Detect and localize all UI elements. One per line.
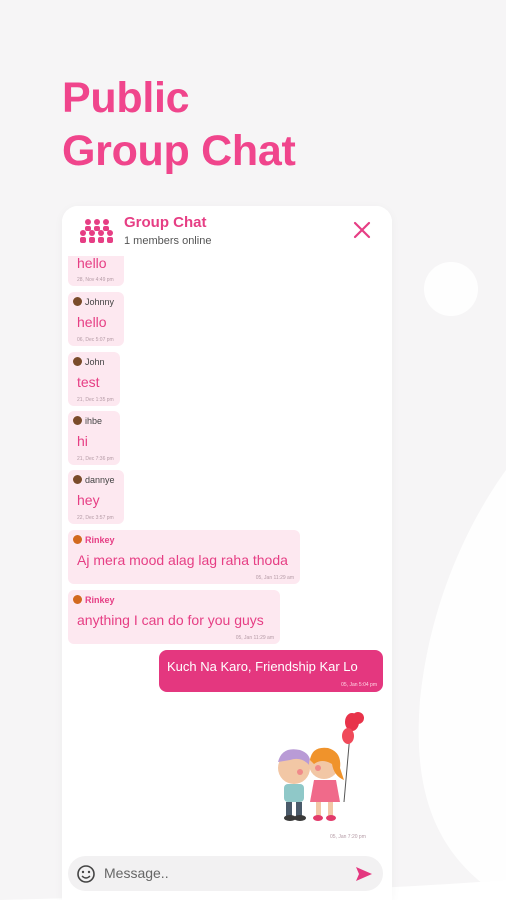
message-sender: Rinkey	[73, 535, 115, 545]
message-text: hello	[77, 255, 107, 271]
message-bubble: Rinkey anything I can do for you guys 05…	[68, 590, 280, 644]
message-text: Aj mera mood alag lag raha thoda	[77, 552, 288, 568]
message-bubble: ihbe hi 21, Dec 7:36 pm	[68, 411, 120, 465]
message-input[interactable]	[104, 863, 334, 883]
message-time: 28, Nov 4:49 pm	[77, 277, 114, 283]
message-time: 05, Jan 11:29 am	[235, 635, 274, 641]
message-sender: dannye	[73, 475, 115, 485]
hero-title: Public Group Chat	[62, 72, 296, 178]
message-text: test	[77, 374, 100, 390]
message-time: 06, Dec 5:07 pm	[77, 337, 114, 343]
message-bubble: dannye hey 22, Dec 3:57 pm	[68, 470, 124, 524]
avatar	[73, 297, 82, 306]
message-sender: Rinkey	[73, 595, 115, 605]
close-icon[interactable]	[352, 220, 372, 240]
hero-line-2: Group Chat	[62, 127, 296, 175]
avatar	[73, 595, 82, 604]
message-text: hey	[77, 492, 100, 508]
avatar	[73, 357, 82, 366]
message-sender: Johnny	[73, 297, 114, 307]
message-list[interactable]: hello 28, Nov 4:49 pm Johnny hello 06, D…	[62, 206, 392, 900]
chat-header: Group Chat 1 members online	[62, 206, 392, 256]
avatar	[73, 416, 82, 425]
sticker-time: 05, Jan 7:20 pm	[330, 834, 366, 840]
group-icon	[80, 219, 113, 243]
online-count: 1 members online	[124, 235, 212, 247]
message-sender: John	[73, 357, 105, 367]
message-bubble: Johnny hello 06, Dec 5:07 pm	[68, 292, 124, 346]
message-time: 05, Jan 11:29 am	[255, 575, 294, 581]
chat-window: hello 28, Nov 4:49 pm Johnny hello 06, D…	[62, 206, 392, 900]
message-composer	[68, 856, 383, 891]
avatar	[73, 535, 82, 544]
avatar	[73, 475, 82, 484]
sent-message-bubble: Kuch Na Karo, Friendship Kar Lo 05, Jan …	[159, 650, 383, 692]
sent-message-text: Kuch Na Karo, Friendship Kar Lo	[167, 659, 358, 674]
emoji-icon[interactable]	[76, 864, 96, 884]
send-icon[interactable]	[354, 864, 374, 884]
message-text: anything I can do for you guys	[77, 612, 264, 628]
message-bubble: John test 21, Dec 1:35 pm	[68, 352, 120, 406]
chat-title: Group Chat	[124, 214, 207, 231]
message-text: hi	[77, 433, 88, 449]
sent-message-time: 05, Jan 5:04 pm	[341, 682, 377, 688]
decorative-circle	[424, 262, 478, 316]
message-sender: ihbe	[73, 416, 102, 426]
couple-sticker-image	[278, 712, 364, 821]
message-time: 22, Dec 3:57 pm	[77, 515, 114, 521]
message-time: 21, Dec 1:35 pm	[77, 397, 114, 403]
hero-line-1: Public	[62, 74, 190, 122]
message-bubble: Rinkey Aj mera mood alag lag raha thoda …	[68, 530, 300, 584]
message-time: 21, Dec 7:36 pm	[77, 456, 114, 462]
message-text: hello	[77, 314, 107, 330]
